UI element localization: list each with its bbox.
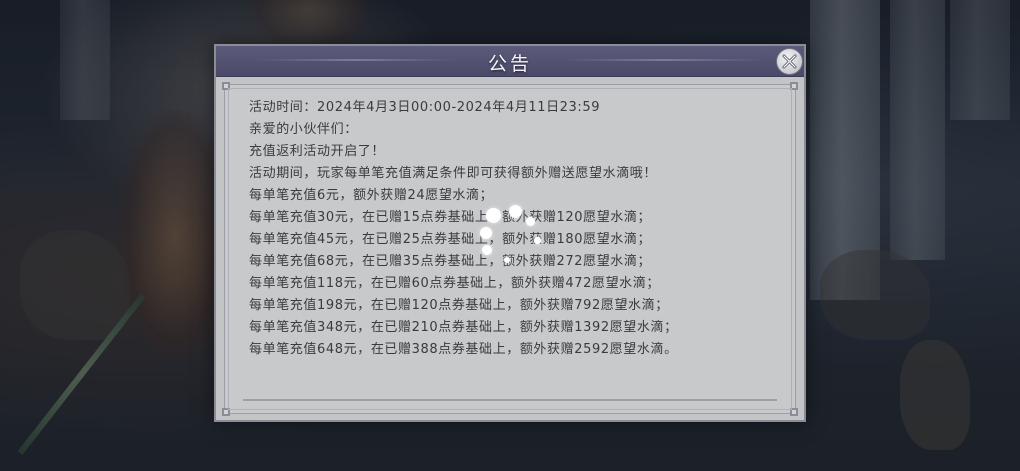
- spinner-dot: [526, 217, 535, 226]
- loading-spinner-icon: [478, 205, 541, 265]
- dialog-title: 公告: [487, 53, 532, 75]
- close-x-icon: [782, 54, 797, 69]
- announcement-line-tier: 每单笔充值198元，在已赠120点券基础上，额外获赠792愿望水滴；: [249, 298, 669, 313]
- spinner-dot: [486, 208, 501, 223]
- announcement-line-tier: 每单笔充值6元，额外获赠24愿望水滴；: [249, 188, 494, 203]
- announcement-line-description: 活动期间，玩家每单笔充值满足条件即可获得额外赠送愿望水滴哦！: [249, 166, 658, 181]
- close-button[interactable]: [776, 48, 803, 75]
- announcement-line-headline: 充值返利活动开启了！: [249, 144, 386, 159]
- frame-corner-ornament: [790, 82, 798, 90]
- game-background: 公告 活动时间：2024年4月3日00:00-2024年4月11日23:59 亲…: [0, 0, 1020, 471]
- frame-divider: [243, 399, 777, 401]
- announcement-line-tier: 每单笔充值648元，在已赠388点券基础上，额外获赠2592愿望水滴。: [249, 342, 678, 357]
- spinner-dot: [504, 257, 510, 263]
- spinner-dot: [534, 237, 541, 244]
- frame-corner-ornament: [790, 408, 798, 416]
- announcement-line-tier: 每单笔充值348元，在已赠210点券基础上，额外获赠1392愿望水滴；: [249, 320, 678, 335]
- spinner-dot: [509, 205, 522, 218]
- announcement-line-greeting: 亲爱的小伙伴们：: [249, 122, 358, 137]
- spinner-dot: [480, 227, 492, 239]
- announcement-line-event-time: 活动时间：2024年4月3日00:00-2024年4月11日23:59: [249, 100, 601, 115]
- frame-corner-ornament: [222, 82, 230, 90]
- spinner-dot: [482, 245, 492, 255]
- frame-corner-ornament: [222, 408, 230, 416]
- announcement-line-tier: 每单笔充值118元，在已赠60点券基础上，额外获赠472愿望水滴；: [249, 276, 660, 291]
- dialog-header: 公告: [216, 46, 804, 77]
